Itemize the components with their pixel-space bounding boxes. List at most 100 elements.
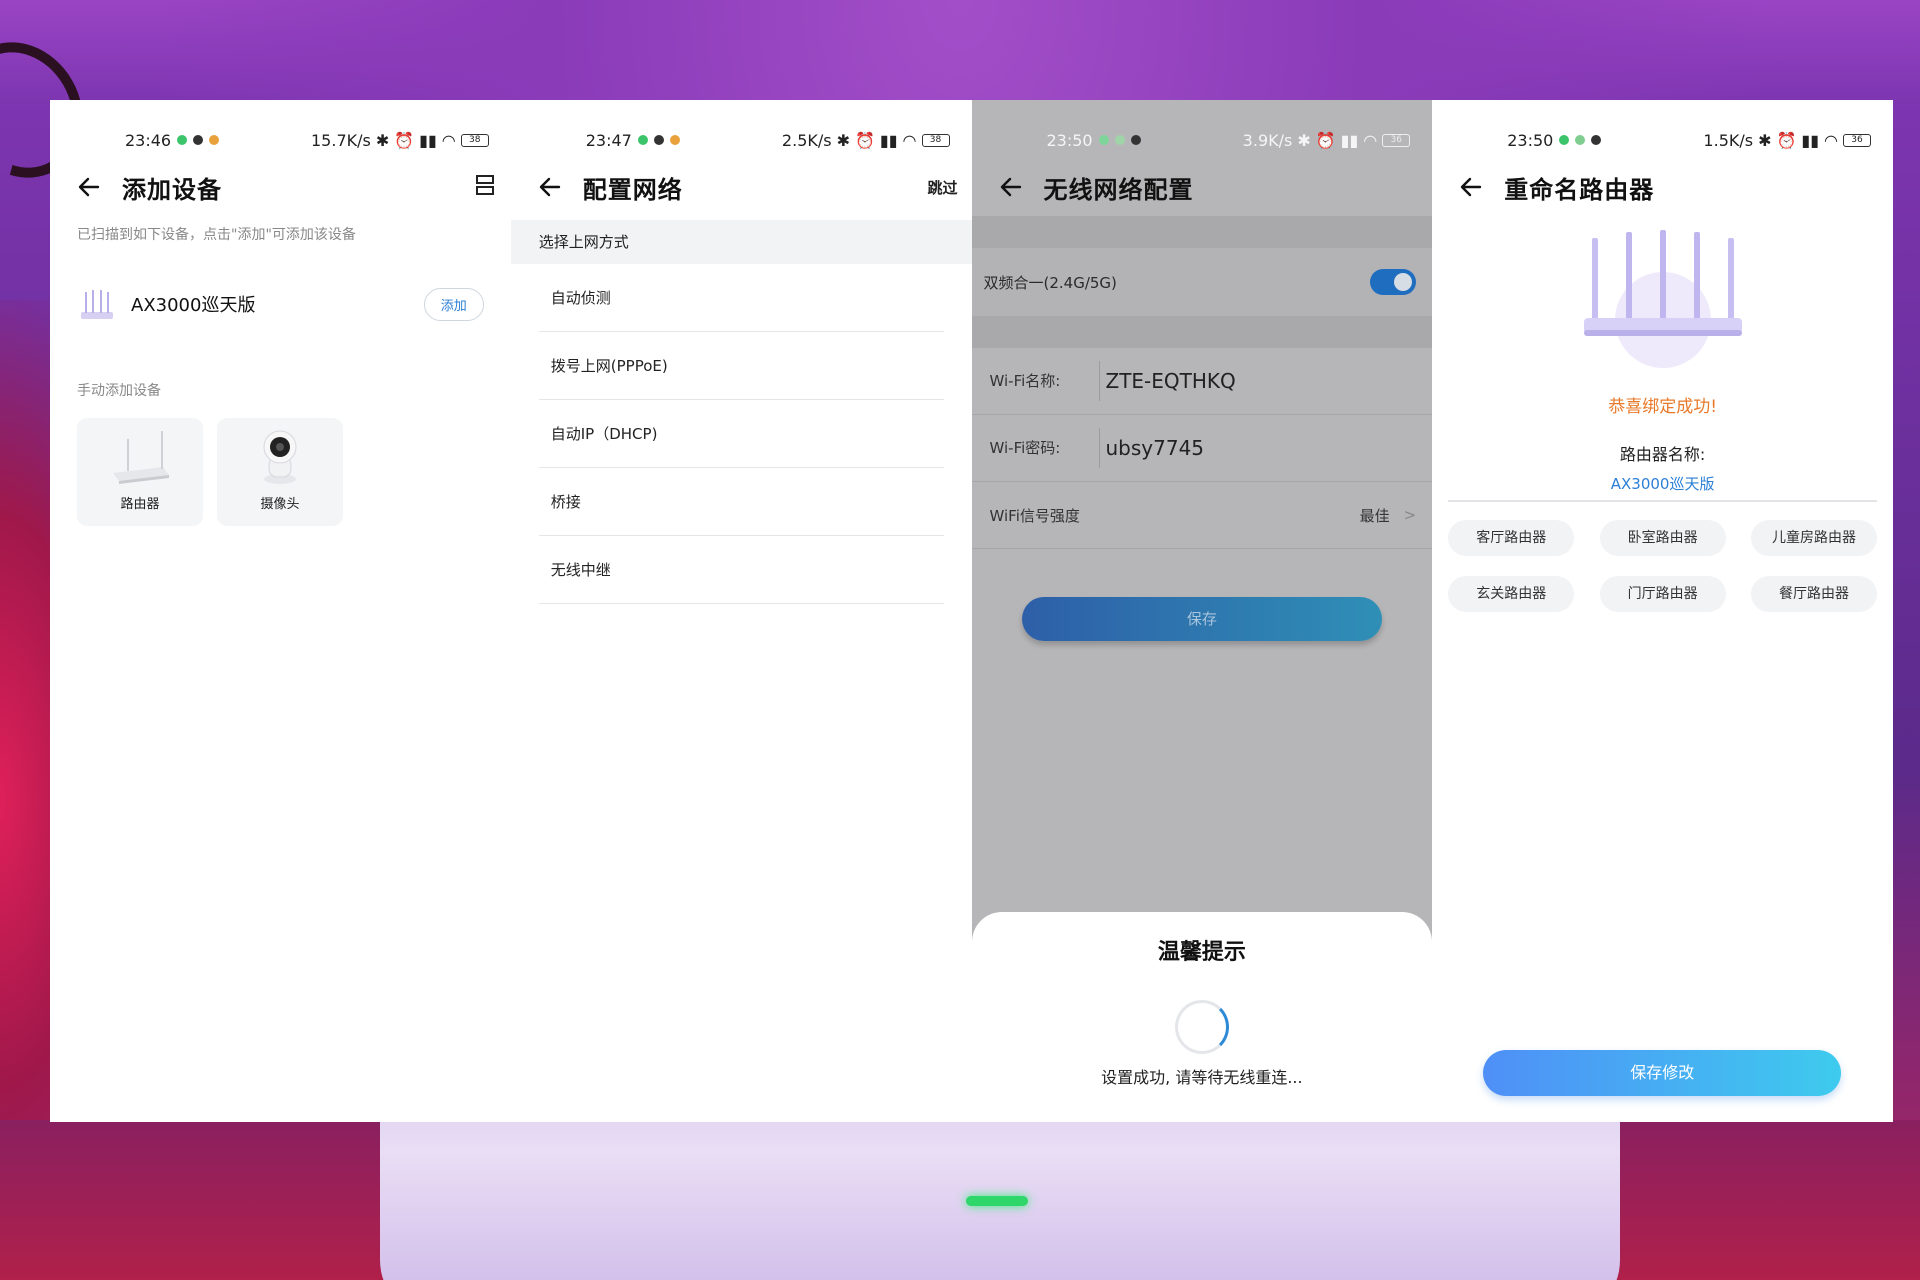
page-title: 无线网络配置	[1043, 175, 1194, 204]
password-label: Wi-Fi密码:	[990, 428, 1100, 468]
signal-strength-row[interactable]: WiFi信号强度 最佳 >	[971, 482, 1433, 549]
suggestion-chip[interactable]: 卧室路由器	[1599, 520, 1726, 556]
dual-band-row: 双频合一(2.4G/5G)	[971, 248, 1433, 316]
wifi-icon: ◠	[902, 130, 917, 150]
ssid-field[interactable]: Wi-Fi名称: ZTE-EQTHKQ	[971, 348, 1433, 415]
scan-icon[interactable]	[473, 173, 497, 201]
signal-icon: ▮▮	[879, 130, 898, 150]
connection-mode-list: 自动侦测 拨号上网(PPPoE) 自动IP（DHCP) 桥接 无线中继	[511, 264, 972, 604]
chevron-right-icon: >	[1403, 506, 1417, 524]
tile-router[interactable]: 路由器	[77, 418, 203, 526]
divider	[971, 216, 1433, 248]
notification-icon	[669, 135, 680, 145]
page-title: 重命名路由器	[1504, 175, 1655, 204]
back-arrow-icon[interactable]	[998, 174, 1024, 200]
mode-auto-detect[interactable]: 自动侦测	[538, 264, 944, 332]
notification-icon	[653, 135, 664, 145]
manual-device-tiles: 路由器 摄像头	[50, 418, 511, 526]
back-arrow-icon[interactable]	[1458, 174, 1484, 200]
background-router-led	[966, 1196, 1028, 1206]
mode-wireless-repeater[interactable]: 无线中继	[538, 536, 944, 604]
alarm-icon: ⏰	[1776, 130, 1797, 150]
page-title: 配置网络	[582, 175, 683, 204]
screen-wireless-config: 23:50 3.9K/s ✱ ⏰ ▮▮ ◠ 36 无线网络配置 双频合一(2.4…	[971, 100, 1433, 1122]
status-speed: 1.5K/s	[1703, 130, 1754, 150]
notification-icon	[177, 135, 188, 145]
mode-bridge[interactable]: 桥接	[538, 468, 944, 536]
status-speed: 3.9K/s	[1242, 130, 1293, 150]
signal-strength-value-wrap: 最佳 >	[1360, 505, 1417, 526]
notification-icon	[1575, 135, 1586, 145]
dialog-title: 温馨提示	[1157, 940, 1246, 965]
toggle-knob	[1394, 273, 1413, 291]
save-button[interactable]: 保存	[1021, 597, 1382, 641]
page-title: 添加设备	[122, 175, 222, 204]
battery-icon: 38	[921, 133, 950, 147]
dual-band-label: 双频合一(2.4G/5G)	[983, 273, 1117, 292]
battery-icon: 36	[1843, 133, 1871, 147]
suggestion-chip[interactable]: 门厅路由器	[1599, 576, 1726, 612]
camera-icon	[245, 427, 315, 485]
mode-dhcp[interactable]: 自动IP（DHCP)	[538, 400, 944, 468]
status-time: 23:50	[1046, 130, 1093, 150]
back-arrow-icon[interactable]	[76, 174, 102, 200]
password-field[interactable]: Wi-Fi密码: ubsy7745	[971, 415, 1433, 482]
wifi-icon: ◠	[1363, 130, 1378, 150]
wifi-icon: ◠	[1824, 130, 1838, 150]
suggestion-chip[interactable]: 玄关路由器	[1448, 576, 1575, 612]
suggestion-chip[interactable]: 客厅路由器	[1448, 520, 1575, 556]
screen-rename-router: 23:50 1.5K/s ✱ ⏰ ▮▮ ◠ 36 重命名路由器 恭喜绑定成功! …	[1432, 100, 1893, 1122]
notification-icon	[1591, 135, 1602, 145]
suggestion-chip[interactable]: 儿童房路由器	[1751, 520, 1877, 556]
notification-icon	[1098, 135, 1109, 145]
notification-icon	[1130, 135, 1141, 145]
screen-configure-network: 23:47 2.5K/s ✱ ⏰ ▮▮ ◠ 38 配置网络 跳过 选择上网方式	[510, 100, 972, 1122]
bind-success-message: 恭喜绑定成功!	[1608, 397, 1718, 417]
status-time: 23:47	[585, 130, 632, 150]
dialog-message: 设置成功, 请等待无线重连...	[1101, 1068, 1303, 1087]
status-bar: 23:46 15.7K/s ✱ ⏰ ▮▮ ◠ 38	[50, 100, 511, 158]
notification-icon	[1114, 135, 1125, 145]
status-time: 23:46	[125, 130, 172, 150]
status-speed: 15.7K/s	[311, 130, 371, 150]
signal-icon: ▮▮	[1801, 130, 1820, 150]
tile-camera-label: 摄像头	[260, 497, 300, 512]
mode-pppoe[interactable]: 拨号上网(PPPoE)	[538, 332, 944, 400]
status-speed: 2.5K/s	[781, 130, 832, 150]
screen-add-device: 23:46 15.7K/s ✱ ⏰ ▮▮ ◠ 38 添加设备 已扫描到如下设备，…	[50, 100, 511, 1122]
wifi-icon: ◠	[441, 130, 456, 150]
ssid-label: Wi-Fi名称:	[990, 361, 1100, 401]
signal-icon: ▮▮	[1340, 130, 1359, 150]
device-name: AX3000巡天版	[131, 295, 256, 316]
add-device-button[interactable]: 添加	[423, 287, 484, 321]
save-changes-button[interactable]: 保存修改	[1483, 1050, 1842, 1096]
title-bar: 重命名路由器	[1432, 158, 1893, 216]
screenshots-collage: 23:46 15.7K/s ✱ ⏰ ▮▮ ◠ 38 添加设备 已扫描到如下设备，…	[50, 100, 1893, 1122]
discovered-device-row[interactable]: AX3000巡天版 添加	[50, 274, 511, 334]
router-icon	[105, 427, 175, 485]
router-name-input[interactable]: AX3000巡天版	[1448, 473, 1877, 502]
ssid-input[interactable]: ZTE-EQTHKQ	[1100, 369, 1236, 393]
skip-button[interactable]: 跳过	[927, 177, 957, 198]
suggestion-chip[interactable]: 餐厅路由器	[1751, 576, 1877, 612]
title-bar: 配置网络 跳过	[511, 158, 972, 216]
notification-icon	[209, 135, 220, 145]
password-input[interactable]: ubsy7745	[1100, 436, 1205, 460]
dual-band-toggle[interactable]	[1370, 269, 1417, 295]
bluetooth-icon: ✱	[1297, 130, 1311, 150]
notification-icon	[637, 135, 648, 145]
loading-spinner-icon	[1174, 1000, 1229, 1054]
notification-icon	[193, 135, 204, 145]
router-icon	[77, 284, 117, 324]
router-name-label: 路由器名称:	[1619, 445, 1706, 464]
name-suggestions: 客厅路由器 卧室路由器 儿童房路由器 玄关路由器 门厅路由器 餐厅路由器	[1432, 520, 1893, 612]
divider	[971, 316, 1433, 348]
tip-dialog: 温馨提示 设置成功, 请等待无线重连...	[971, 912, 1433, 1122]
scan-hint: 已扫描到如下设备，点击"添加"可添加该设备	[77, 227, 356, 243]
back-arrow-icon[interactable]	[537, 174, 563, 200]
alarm-icon: ⏰	[1315, 130, 1336, 150]
router-illustration	[1578, 228, 1748, 368]
tile-camera[interactable]: 摄像头	[217, 418, 343, 526]
bluetooth-icon: ✱	[375, 130, 390, 150]
status-bar: 23:50 3.9K/s ✱ ⏰ ▮▮ ◠ 36	[972, 100, 1433, 158]
